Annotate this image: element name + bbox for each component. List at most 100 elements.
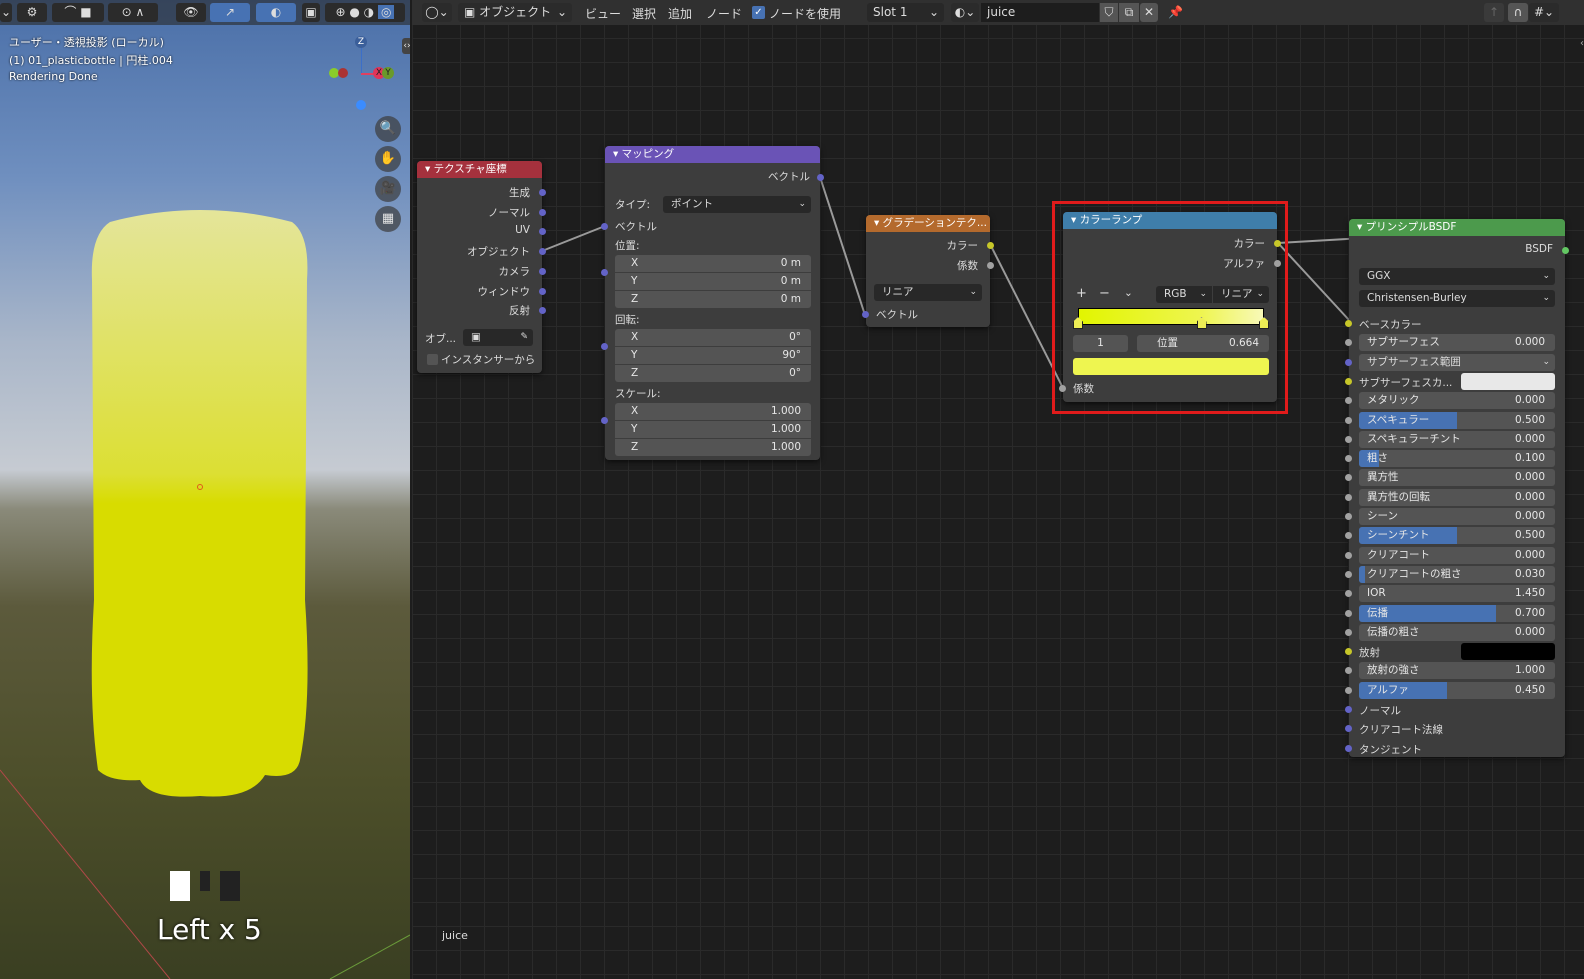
object-picker-field[interactable]: ▣ ✎ — [463, 329, 533, 346]
subsurface-method-dropdown[interactable]: Christensen-Burley ⌄ — [1359, 290, 1555, 307]
editor-type-chevron-icon[interactable]: ⌄ — [0, 3, 12, 22]
color-swatch[interactable] — [1461, 643, 1555, 661]
gizmo-neg-x[interactable] — [338, 68, 348, 78]
output-socket[interactable] — [539, 189, 546, 196]
use-nodes-checkbox[interactable]: ✓ — [752, 6, 765, 19]
snap-magnet-icon[interactable]: ∩ — [1508, 3, 1528, 22]
input-socket[interactable] — [1345, 320, 1352, 327]
input-slider[interactable]: IOR 1.450 — [1359, 585, 1555, 603]
menu-node[interactable]: ノード — [706, 5, 742, 22]
gradient-type-dropdown[interactable]: リニア ⌄ — [874, 284, 982, 301]
remove-stop-button[interactable]: − — [1099, 286, 1110, 301]
grid-perspective-icon[interactable]: ▦ — [375, 206, 401, 232]
material-browse-icon[interactable]: ◐⌄ — [951, 3, 979, 22]
mapping-node[interactable]: ▾ マッピング ベクトル タイプ: ポイント ⌄ ベクトル 位置: X 0 m Y 0 m… — [601, 146, 824, 460]
scale-z-field[interactable]: Z 1.000 — [615, 439, 811, 456]
material-name-field[interactable]: juice — [981, 3, 1099, 22]
input-socket[interactable] — [1345, 455, 1352, 463]
node-header[interactable]: ▾ カラーランプ — [1063, 212, 1277, 229]
input-slider[interactable]: 伝播の粗さ 0.000 — [1359, 623, 1555, 641]
stop-position-field[interactable]: 位置 0.664 — [1137, 335, 1269, 352]
menu-select[interactable]: 選択 — [632, 5, 656, 22]
snap-icon[interactable]: ⌒ ■ — [52, 3, 104, 22]
rotation-x-field[interactable]: X 0° — [615, 329, 811, 346]
location-x-field[interactable]: X 0 m — [615, 255, 811, 272]
shader-node-editor[interactable]: ◯⌄ ▣ オブジェクト ⌄ ビュー 選択 追加 ノード ✓ ノードを使用 Slo… — [412, 0, 1584, 979]
input-socket[interactable] — [1345, 570, 1352, 578]
location-input-socket[interactable] — [601, 269, 608, 276]
input-socket[interactable] — [1345, 377, 1352, 385]
node-header[interactable]: ▾ プリンシプルBSDF — [1349, 219, 1565, 236]
input-socket[interactable] — [1345, 725, 1352, 733]
instancer-checkbox[interactable] — [427, 354, 438, 365]
input-slider[interactable]: スペキュラー 0.500 — [1359, 411, 1555, 429]
scale-y-field[interactable]: Y 1.000 — [615, 421, 811, 438]
input-slider[interactable]: シーンチント 0.500 — [1359, 527, 1555, 545]
rotation-z-field[interactable]: Z 0° — [615, 365, 811, 382]
camera-icon[interactable]: 🎥 — [375, 176, 401, 202]
location-z-field[interactable]: Z 0 m — [615, 291, 811, 308]
menu-view[interactable]: ビュー — [585, 5, 621, 22]
color-mode-dropdown[interactable]: RGB ⌄ — [1156, 286, 1212, 303]
principled-bsdf-node[interactable]: ▾ プリンシプルBSDF BSDF GGX ⌄ Christensen-Burle… — [1345, 219, 1569, 757]
input-socket[interactable] — [1345, 397, 1352, 405]
shader-type-dropdown[interactable]: ▣ オブジェクト ⌄ — [458, 3, 572, 22]
ramp-menu-chevron-icon[interactable]: ⌄ — [1124, 287, 1133, 299]
parent-node-tree-icon[interactable]: ↑ — [1484, 3, 1504, 22]
input-socket[interactable] — [1345, 590, 1352, 598]
gizmo-toggle-icon[interactable]: ↗ — [210, 3, 250, 22]
input-slider[interactable]: クリアコートの粗さ 0.030 — [1359, 565, 1555, 583]
output-socket[interactable] — [539, 208, 546, 216]
pin-icon[interactable]: 📌 — [1168, 5, 1183, 19]
input-slider[interactable]: 放射の強さ 1.000 — [1359, 662, 1555, 680]
input-slider[interactable]: サブサーフェス 0.000 — [1359, 334, 1555, 352]
menu-add[interactable]: 追加 — [668, 5, 692, 22]
input-slider[interactable]: シーン 0.000 — [1359, 508, 1555, 525]
node-header[interactable]: ▾ テクスチャ座標 — [417, 161, 542, 178]
input-vector-socket[interactable] — [601, 223, 608, 230]
input-socket[interactable] — [1345, 667, 1352, 675]
input-socket[interactable] — [1345, 551, 1352, 559]
location-y-field[interactable]: Y 0 m — [615, 273, 811, 290]
node-header[interactable]: ▾ マッピング — [605, 146, 820, 163]
output-socket[interactable] — [539, 287, 546, 295]
output-fac-socket[interactable] — [987, 262, 994, 269]
input-socket[interactable] — [1345, 648, 1352, 656]
output-socket[interactable] — [539, 267, 546, 275]
input-socket[interactable] — [1345, 435, 1352, 443]
output-alpha-socket[interactable] — [1274, 260, 1281, 267]
input-socket[interactable] — [1345, 706, 1352, 713]
input-fac-socket[interactable] — [1059, 385, 1066, 392]
texture-coordinate-node[interactable]: ▾ テクスチャ座標 生成 ノーマル UV オブジェクト カメラ ウィンドウ 反射 オブ...… — [417, 161, 546, 373]
input-vector-socket[interactable] — [862, 311, 869, 318]
fake-user-shield-icon[interactable]: ⛉ — [1100, 3, 1118, 22]
add-stop-button[interactable]: + — [1076, 286, 1087, 301]
interpolation-dropdown[interactable]: リニア ⌄ — [1213, 286, 1269, 303]
input-slider[interactable]: 異方性の回転 0.000 — [1359, 488, 1555, 506]
input-socket[interactable] — [1345, 686, 1352, 694]
duplicate-material-icon[interactable]: ⧉ — [1119, 3, 1139, 22]
input-socket[interactable] — [1345, 339, 1352, 347]
gradient-texture-node[interactable]: ▾ グラデーションテク... カラー 係数 リニア ⌄ ベクトル — [862, 215, 994, 327]
distribution-dropdown[interactable]: GGX ⌄ — [1359, 268, 1555, 285]
output-color-socket[interactable] — [987, 242, 994, 249]
output-color-socket[interactable] — [1274, 240, 1281, 247]
active-stop-index[interactable]: 1 — [1073, 335, 1128, 352]
gizmo-z-axis[interactable]: Z — [355, 36, 367, 48]
scale-input-socket[interactable] — [601, 417, 608, 424]
overlay-toggle-icon[interactable]: ◐ — [256, 3, 296, 22]
visibility-icon[interactable]: 👁 — [176, 3, 206, 22]
zoom-icon[interactable]: 🔍 — [375, 116, 401, 142]
eyedropper-icon[interactable]: ✎ — [520, 329, 528, 346]
input-socket[interactable] — [1345, 628, 1352, 636]
input-socket[interactable] — [1345, 493, 1352, 501]
node-header[interactable]: ▾ グラデーションテク... — [866, 215, 990, 232]
unlink-material-icon[interactable]: ✕ — [1140, 3, 1158, 22]
input-slider[interactable]: スペキュラーチント 0.000 — [1359, 430, 1555, 448]
pan-hand-icon[interactable]: ✋ — [375, 146, 401, 172]
editor-type-icon[interactable]: ◯⌄ — [422, 3, 452, 22]
color-swatch[interactable] — [1461, 372, 1555, 390]
sidebar-toggle-chevron-icon[interactable]: ‹› — [402, 38, 410, 54]
input-slider[interactable]: アルファ 0.450 — [1359, 681, 1555, 699]
input-slider[interactable]: 粗さ 0.100 — [1359, 450, 1555, 468]
